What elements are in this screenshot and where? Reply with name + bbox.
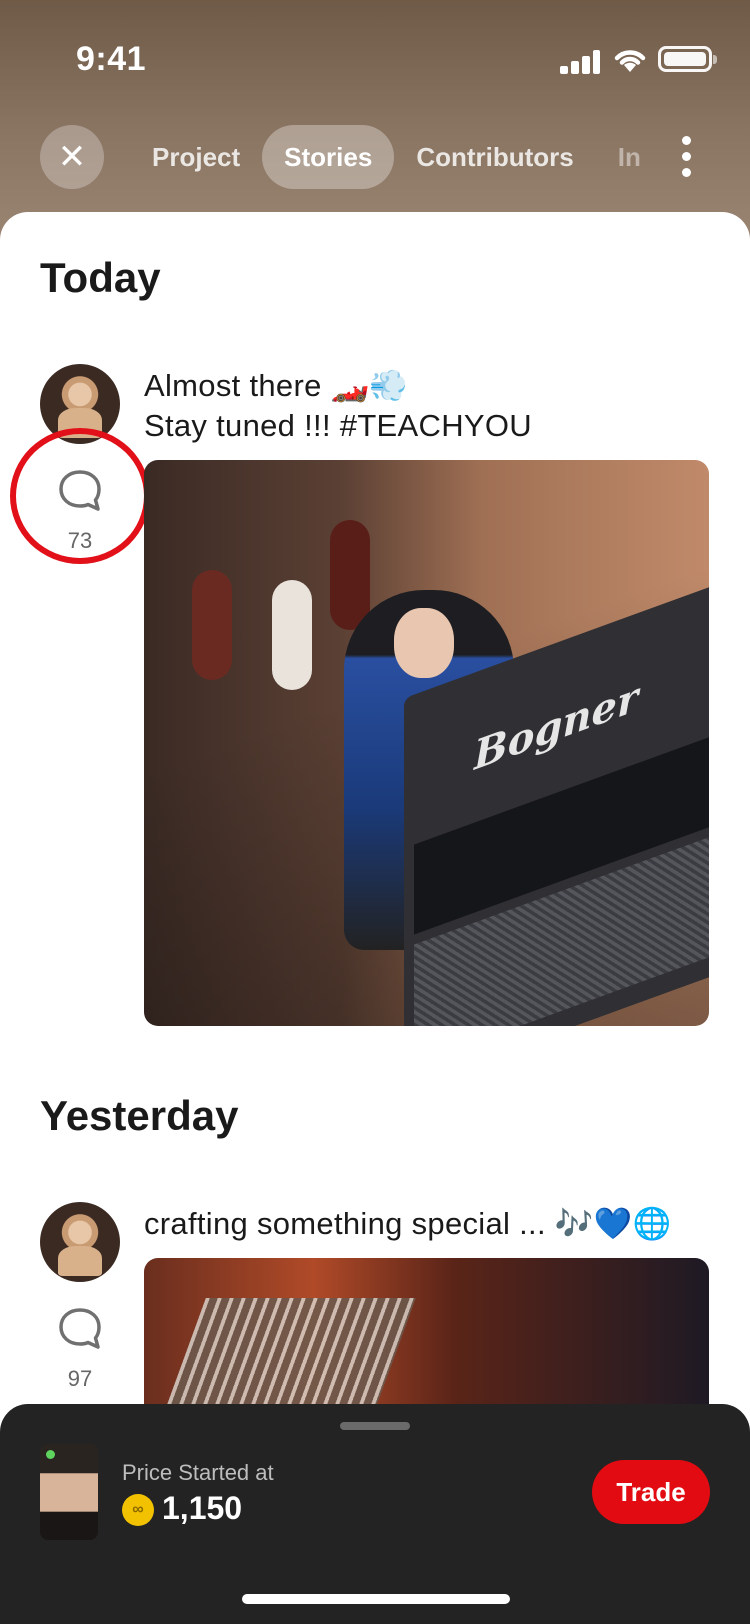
amp-brand-text: Bogner — [474, 673, 639, 780]
more-vertical-icon — [681, 136, 691, 145]
price-label: Price Started at — [122, 1460, 274, 1485]
post-caption: crafting something special ... 🎶💙🌐 — [144, 1204, 671, 1244]
wifi-icon — [614, 50, 646, 72]
section-title-yesterday: Yesterday — [40, 1092, 239, 1139]
status-bar: 9:41 — [0, 0, 750, 110]
post-caption-line: crafting something special ... 🎶💙🌐 — [144, 1206, 672, 1241]
post-caption: Almost there 🏎️💨 Stay tuned !!! #TEACHYO… — [144, 366, 532, 446]
status-time: 9:41 — [76, 40, 147, 78]
close-button[interactable]: ✕ — [40, 125, 104, 189]
section-title-today: Today — [40, 254, 161, 301]
trade-bottom-sheet: Price Started at ∞ 1,150 Trade — [0, 1404, 750, 1624]
tab-contributors[interactable]: Contributors — [394, 125, 595, 189]
battery-icon — [658, 46, 717, 72]
post-image[interactable]: Bogner — [144, 460, 709, 1026]
comment-highlight-circle — [10, 428, 150, 564]
trade-button[interactable]: Trade — [592, 1460, 710, 1524]
post-caption-line: Almost there 🏎️💨 — [144, 368, 409, 403]
author-avatar[interactable] — [40, 1202, 120, 1282]
comment-count: 97 — [67, 1366, 93, 1391]
guitar-decoration — [272, 580, 312, 690]
tab-stories[interactable]: Stories — [262, 125, 395, 189]
coin-icon: ∞ — [122, 1494, 154, 1526]
more-options-button[interactable] — [676, 136, 696, 180]
artist-thumbnail — [40, 1444, 98, 1540]
price-value: 1,150 — [162, 1490, 243, 1526]
post-caption-line: Stay tuned !!! #TEACHYOU — [144, 408, 532, 443]
guitar-decoration — [330, 520, 370, 630]
tab-info[interactable]: In — [596, 125, 660, 189]
close-icon: ✕ — [57, 138, 87, 176]
guitar-decoration — [192, 570, 232, 680]
sheet-drag-handle[interactable] — [340, 1422, 410, 1430]
tab-project[interactable]: Project — [130, 125, 262, 189]
cellular-signal-icon — [560, 50, 600, 74]
home-indicator — [242, 1594, 510, 1604]
comment-bubble-icon[interactable] — [57, 1306, 103, 1352]
mixing-console — [162, 1298, 416, 1418]
tab-bar: Project Stories Contributors In — [130, 124, 660, 190]
